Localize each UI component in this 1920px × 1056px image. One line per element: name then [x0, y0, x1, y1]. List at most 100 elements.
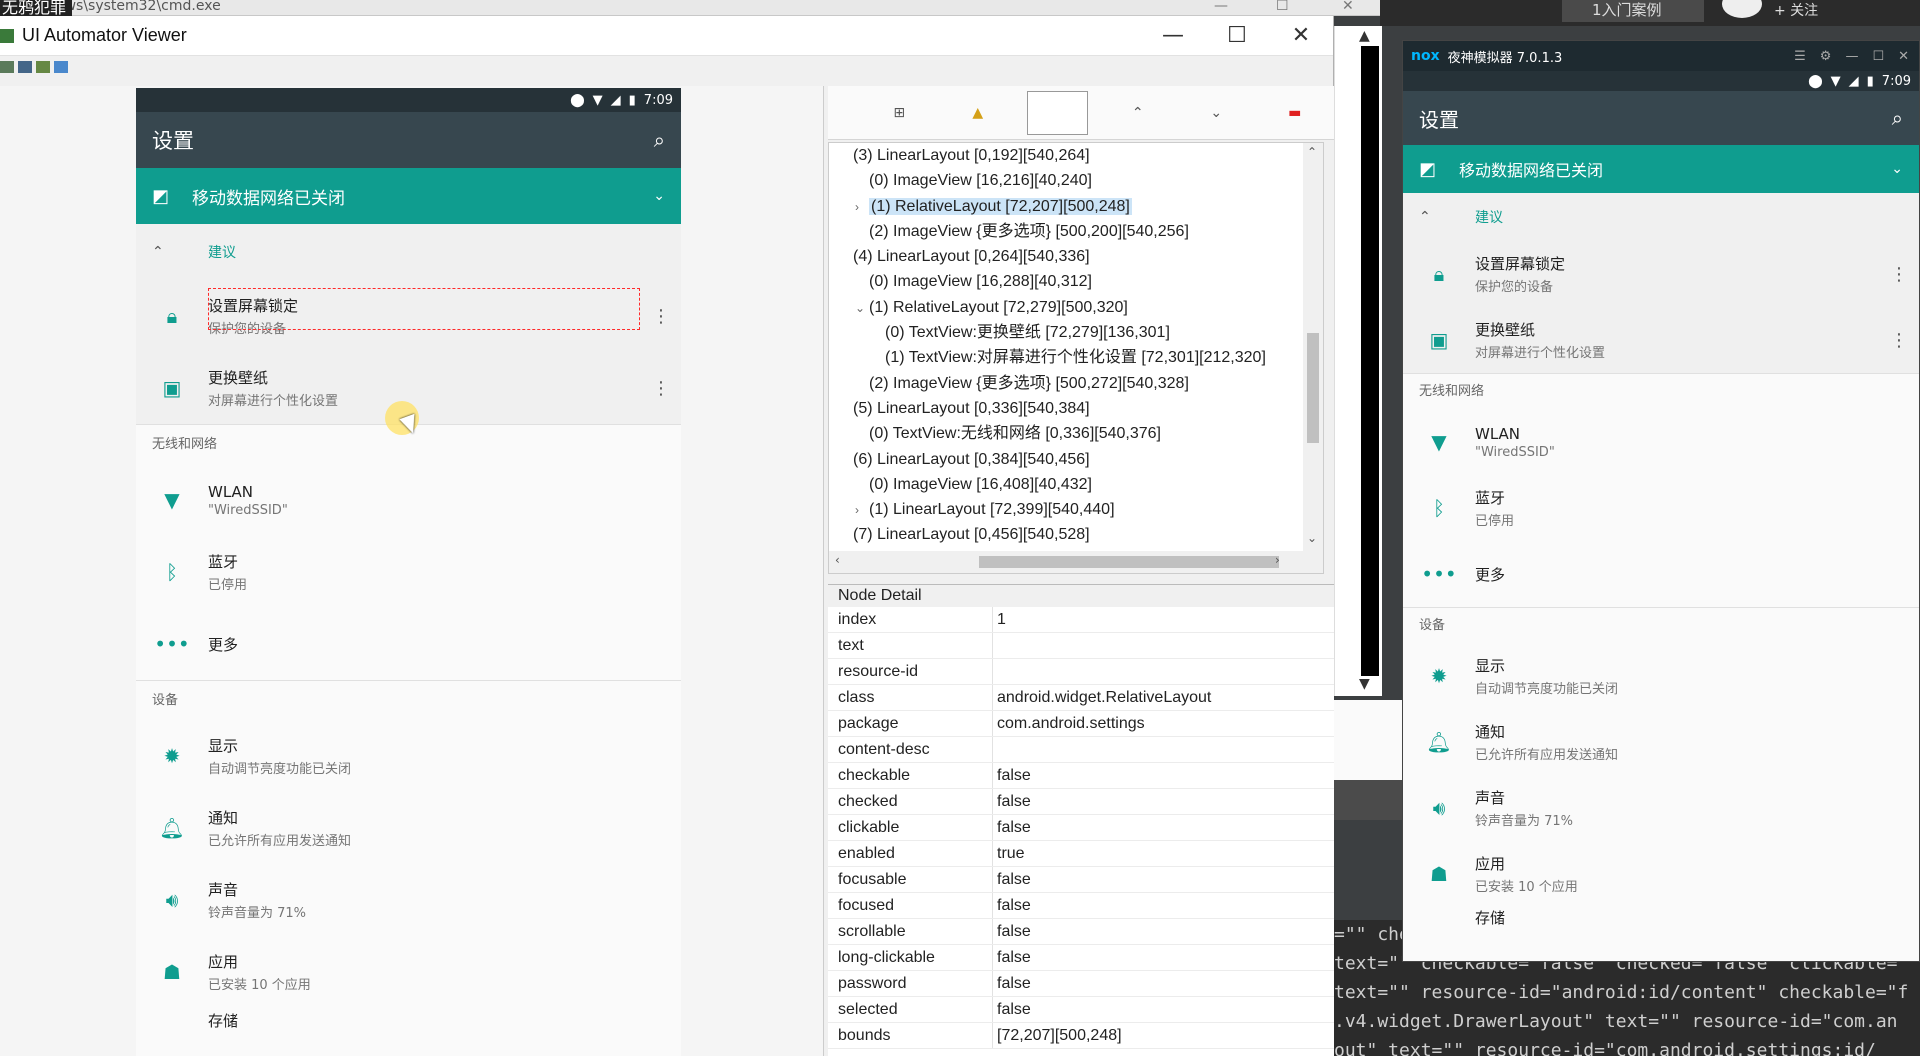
minimize-icon[interactable]: —: [1845, 49, 1858, 64]
ide-tab[interactable]: 1入门案例: [1562, 0, 1704, 22]
compressed-hierarchy-icon[interactable]: [36, 61, 50, 73]
settings-item-wlan[interactable]: ▼ WLAN "WiredSSID": [136, 464, 681, 536]
scroll-left-icon[interactable]: ‹: [835, 553, 840, 567]
chevron-up-icon[interactable]: ⌃: [152, 244, 208, 260]
cmd-minimize-icon[interactable]: —: [1214, 0, 1228, 14]
tree-node[interactable]: (0) ImageView [16,288][40,312]: [829, 269, 1323, 294]
more-options-icon[interactable]: ⋮: [1879, 330, 1919, 351]
cmd-window-titlebar[interactable]: ows\system32\cmd.exe — ☐ ✕: [0, 0, 1380, 16]
clear-icon[interactable]: ▬: [1256, 105, 1335, 121]
node-filter-box[interactable]: [1027, 90, 1089, 135]
device-screen[interactable]: ⬤ ▼ ◢ ▮ 7:09 设置 ⌕ ◩ 移动数据网络已关闭 ⌄ ⌃ 建议 🔒︎ …: [136, 88, 681, 1056]
tree-vertical-scrollbar[interactable]: ⌃ ⌄: [1303, 143, 1323, 551]
tree-node[interactable]: (2) ImageView {更多选项} [500,200][540,256]: [829, 219, 1323, 244]
tree-node[interactable]: (4) LinearLayout [0,264][540,336]: [829, 244, 1323, 269]
tree-node[interactable]: (0) ImageView [16,216][40,240]: [829, 168, 1323, 193]
settings-item-storage[interactable]: 存储: [136, 1008, 681, 1032]
expanded-arrow-icon[interactable]: ⌄: [855, 296, 869, 321]
scroll-down-icon[interactable]: ▼: [1359, 676, 1370, 692]
tree-node[interactable]: (2) ImageView {更多选项} [500,272][540,328]: [829, 371, 1323, 396]
device-screenshot-icon[interactable]: [18, 61, 32, 73]
tree-node[interactable]: › (1) LinearLayout [72,399][540,440]: [829, 497, 1323, 522]
settings-item-storage[interactable]: 存储: [1403, 907, 1919, 927]
node-detail-row[interactable]: focusable false: [828, 867, 1334, 893]
node-detail-row[interactable]: content-desc: [828, 737, 1334, 763]
cmd-scrollbar[interactable]: ▲ ▼: [1334, 26, 1382, 696]
search-icon[interactable]: ⌕: [1892, 106, 1903, 130]
scroll-thumb[interactable]: [1361, 46, 1379, 676]
node-detail-row[interactable]: bounds [72,207][500,248]: [828, 1023, 1334, 1049]
settings-item-notifications[interactable]: 🔔︎ 通知 已允许所有应用发送通知: [136, 792, 681, 864]
settings-item-bluetooth[interactable]: ᛒ 蓝牙 已停用: [1403, 475, 1919, 541]
settings-item-apps[interactable]: ☗ 应用 已安装 10 个应用: [1403, 841, 1919, 907]
node-detail-row[interactable]: clickable false: [828, 815, 1334, 841]
scroll-up-icon[interactable]: ⌃: [1307, 145, 1317, 159]
scroll-up-icon[interactable]: ▲: [1359, 28, 1370, 44]
device-screenshot-pane[interactable]: ⬤ ▼ ◢ ▮ 7:09 设置 ⌕ ◩ 移动数据网络已关闭 ⌄ ⌃ 建议 🔒︎ …: [0, 86, 824, 1056]
settings-item-apps[interactable]: ☗ 应用 已安装 10 个应用: [136, 936, 681, 1008]
suggestion-item-screen-lock[interactable]: 🔒︎ 设置屏幕锁定 保护您的设备 ⋮: [1403, 241, 1919, 307]
node-detail-row[interactable]: index 1: [828, 607, 1334, 633]
node-detail-row[interactable]: scrollable false: [828, 919, 1334, 945]
chevron-up-icon[interactable]: ⌃: [1419, 209, 1475, 225]
maximize-icon[interactable]: ☐: [1872, 49, 1884, 64]
tree-node[interactable]: (0) ImageView [16,408][40,432]: [829, 472, 1323, 497]
chevron-down-icon[interactable]: ⌄: [1891, 161, 1903, 177]
settings-item-more[interactable]: ••• 更多: [136, 608, 681, 680]
node-detail-row[interactable]: package com.android.settings: [828, 711, 1334, 737]
tree-node[interactable]: (5) LinearLayout [0,336][540,384]: [829, 396, 1323, 421]
node-detail-row[interactable]: enabled true: [828, 841, 1334, 867]
scroll-thumb[interactable]: [1307, 333, 1319, 443]
settings-item-display[interactable]: ✹ 显示 自动调节亮度功能已关闭: [136, 720, 681, 792]
tree-horizontal-scrollbar[interactable]: ‹ ›: [829, 551, 1323, 573]
settings-item-notifications[interactable]: 🔔︎ 通知 已允许所有应用发送通知: [1403, 709, 1919, 775]
mobile-data-banner[interactable]: ◩ 移动数据网络已关闭 ⌄: [1403, 145, 1919, 193]
settings-item-more[interactable]: ••• 更多: [1403, 541, 1919, 607]
scroll-down-icon[interactable]: ⌄: [1307, 531, 1317, 545]
scroll-right-icon[interactable]: ›: [1275, 553, 1280, 567]
settings-item-wlan[interactable]: ▼ WLAN "WiredSSID": [1403, 409, 1919, 475]
settings-item-sound[interactable]: 🔊︎ 声音 铃声音量为 71%: [136, 864, 681, 936]
close-button[interactable]: ✕: [1269, 23, 1333, 48]
tree-node[interactable]: (3) LinearLayout [0,192][540,264]: [829, 143, 1323, 168]
collapsed-arrow-icon[interactable]: ›: [855, 498, 869, 523]
warning-icon[interactable]: ▲: [939, 105, 1018, 121]
suggestions-header[interactable]: ⌃ 建议: [136, 224, 681, 280]
cmd-maximize-icon[interactable]: ☐: [1276, 0, 1289, 14]
suggestions-header[interactable]: ⌃ 建议: [1403, 193, 1919, 241]
scroll-thumb[interactable]: [979, 556, 1279, 568]
suggestion-item-wallpaper[interactable]: ▣ 更换壁纸 对屏幕进行个性化设置 ⋮: [1403, 307, 1919, 373]
more-options-icon[interactable]: ⋮: [1879, 264, 1919, 285]
follow-button[interactable]: + 关注: [1774, 0, 1818, 20]
node-detail-row[interactable]: focused false: [828, 893, 1334, 919]
gear-icon[interactable]: ⚙: [1820, 49, 1832, 64]
maximize-button[interactable]: ☐: [1205, 23, 1269, 48]
avatar[interactable]: [1722, 0, 1762, 18]
menu-icon[interactable]: ☰: [1794, 49, 1806, 64]
tree-node[interactable]: (0) TextView:无线和网络 [0,336][540,376]: [829, 421, 1323, 446]
close-icon[interactable]: ✕: [1898, 49, 1909, 64]
mobile-data-banner[interactable]: ◩ 移动数据网络已关闭 ⌄: [136, 168, 681, 224]
save-icon[interactable]: [54, 61, 68, 73]
search-icon[interactable]: ⌕: [654, 128, 665, 152]
tree-node[interactable]: (6) LinearLayout [0,384][540,456]: [829, 447, 1323, 472]
node-detail-row[interactable]: checked false: [828, 789, 1334, 815]
minimize-button[interactable]: —: [1141, 23, 1205, 48]
node-detail-row[interactable]: long-clickable false: [828, 945, 1334, 971]
tree-node[interactable]: ⌄ (1) RelativeLayout [72,279][500,320]: [829, 295, 1323, 320]
prev-node-icon[interactable]: ⌃: [1098, 105, 1177, 121]
node-detail-row[interactable]: resource-id: [828, 659, 1334, 685]
more-options-icon[interactable]: ⋮: [641, 378, 681, 399]
node-detail-row[interactable]: checkable false: [828, 763, 1334, 789]
node-detail-row[interactable]: password false: [828, 971, 1334, 997]
settings-item-display[interactable]: ✹ 显示 自动调节亮度功能已关闭: [1403, 643, 1919, 709]
node-detail-row[interactable]: selected false: [828, 997, 1334, 1023]
node-detail-row[interactable]: class android.widget.RelativeLayout: [828, 685, 1334, 711]
settings-item-sound[interactable]: 🔊︎ 声音 铃声音量为 71%: [1403, 775, 1919, 841]
settings-item-bluetooth[interactable]: ᛒ 蓝牙 已停用: [136, 536, 681, 608]
tree-node[interactable]: › (1) RelativeLayout [72,207][500,248]: [829, 194, 1323, 219]
tree-node[interactable]: (0) TextView:更换壁纸 [72,279][136,301]: [829, 320, 1323, 345]
next-node-icon[interactable]: ⌄: [1177, 105, 1256, 121]
open-icon[interactable]: [0, 61, 14, 73]
suggestion-item-screen-lock[interactable]: 🔒︎ 设置屏幕锁定 保护您的设备 ⋮: [136, 280, 681, 352]
